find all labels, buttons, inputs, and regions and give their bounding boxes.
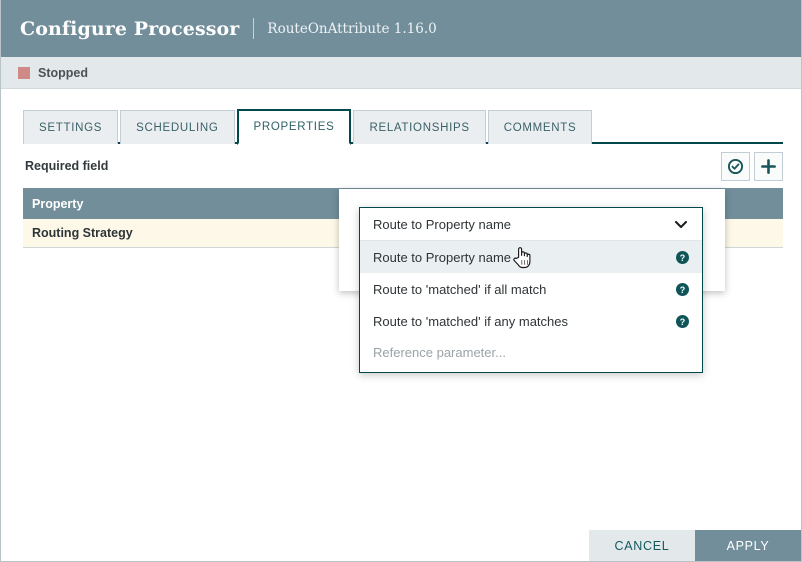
property-action-buttons <box>717 152 783 181</box>
check-circle-icon <box>727 158 744 175</box>
tab-label: SCHEDULING <box>136 122 218 134</box>
tab-strip: SETTINGS SCHEDULING PROPERTIES RELATIONS… <box>1 108 801 144</box>
tab-properties[interactable]: PROPERTIES <box>237 109 352 145</box>
routing-strategy-dropdown[interactable]: Route to Property name Route to Property… <box>359 207 703 373</box>
tab-comments[interactable]: COMMENTS <box>488 110 593 144</box>
dropdown-option-list: Route to Property name ? Route to 'match… <box>360 241 702 372</box>
apply-button-label: APPLY <box>727 539 770 553</box>
column-header-property: Property <box>23 197 362 211</box>
dropdown-option-label: Route to 'matched' if any matches <box>373 314 568 329</box>
tab-label: COMMENTS <box>504 122 577 134</box>
question-circle-icon[interactable]: ? <box>676 283 689 296</box>
svg-text:?: ? <box>680 316 685 326</box>
configure-processor-dialog: Configure Processor RouteOnAttribute 1.1… <box>0 0 802 562</box>
property-name-cell: Routing Strategy <box>23 226 362 240</box>
tab-settings[interactable]: SETTINGS <box>23 110 118 144</box>
status-badge: Stopped <box>38 66 88 80</box>
add-property-button[interactable] <box>754 152 783 181</box>
chevron-down-icon[interactable] <box>673 216 689 232</box>
status-bar: Stopped <box>1 57 801 89</box>
cancel-button[interactable]: CANCEL <box>589 530 695 561</box>
tab-scheduling[interactable]: SCHEDULING <box>120 110 234 144</box>
tab-relationships[interactable]: RELATIONSHIPS <box>353 110 485 144</box>
dropdown-option-route-to-property-name[interactable]: Route to Property name ? <box>360 241 702 273</box>
required-field-label: Required field <box>25 159 108 173</box>
tab-label: SETTINGS <box>39 122 102 134</box>
svg-text:?: ? <box>680 252 685 262</box>
page-title: Configure Processor <box>20 18 239 40</box>
dropdown-option-label: Route to Property name <box>373 250 511 265</box>
title-separator <box>253 18 254 39</box>
required-field-row: Required field <box>1 144 801 188</box>
dropdown-option-matched-all-match[interactable]: Route to 'matched' if all match ? <box>360 273 702 305</box>
dropdown-option-reference-parameter[interactable]: Reference parameter... <box>360 337 702 368</box>
dialog-footer: CANCEL APPLY <box>1 530 801 561</box>
dropdown-option-label: Reference parameter... <box>373 345 506 360</box>
stopped-status-icon <box>18 67 30 79</box>
tab-label: RELATIONSHIPS <box>369 122 469 134</box>
plus-icon <box>760 158 777 175</box>
dialog-header: Configure Processor RouteOnAttribute 1.1… <box>1 0 801 57</box>
dropdown-selected-label: Route to Property name <box>373 217 511 232</box>
svg-text:?: ? <box>680 284 685 294</box>
question-circle-icon[interactable]: ? <box>676 251 689 264</box>
dropdown-selected-value[interactable]: Route to Property name <box>360 208 702 241</box>
cancel-button-label: CANCEL <box>615 539 670 553</box>
check-circle-button[interactable] <box>721 152 750 181</box>
question-circle-icon[interactable]: ? <box>676 315 689 328</box>
processor-type-version: RouteOnAttribute 1.16.0 <box>267 21 436 37</box>
dropdown-option-matched-any-matches[interactable]: Route to 'matched' if any matches ? <box>360 305 702 337</box>
tab-label: PROPERTIES <box>254 121 335 133</box>
apply-button[interactable]: APPLY <box>695 530 801 561</box>
dropdown-option-label: Route to 'matched' if all match <box>373 282 546 297</box>
